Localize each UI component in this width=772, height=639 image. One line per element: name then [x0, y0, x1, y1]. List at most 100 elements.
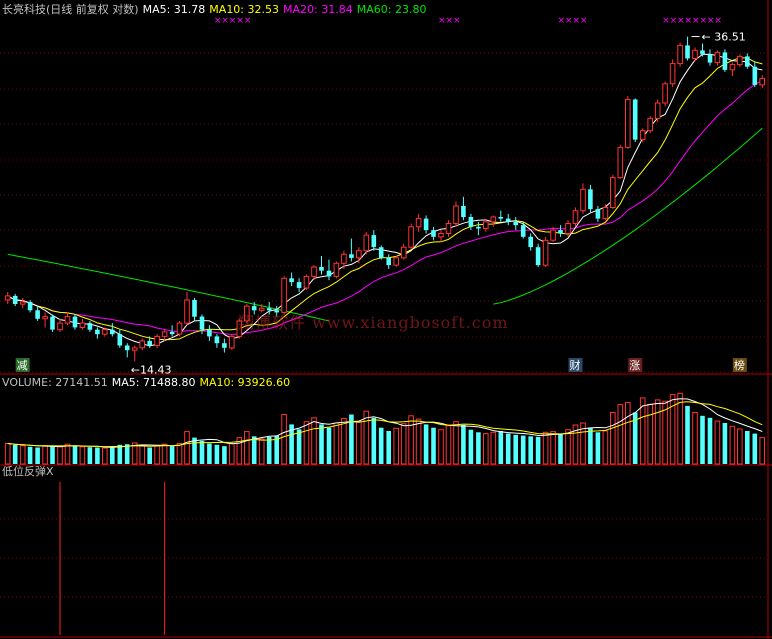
candle-body: [87, 323, 93, 330]
volume-bar: [617, 404, 624, 465]
volume-bar: [542, 431, 549, 465]
volume-bar: [341, 417, 347, 465]
top-marker: ×: [236, 16, 244, 26]
candle-body: [610, 177, 616, 209]
volume-bar: [654, 399, 661, 465]
candle-body: [296, 282, 302, 288]
candle-body: [117, 334, 123, 346]
volume-bar: [431, 427, 436, 464]
event-badge-label: 榜: [734, 358, 745, 372]
candle-body: [461, 206, 466, 218]
top-marker: ×: [244, 16, 252, 26]
candle-body: [356, 250, 362, 259]
volume-bar: [42, 445, 48, 465]
candle-body: [333, 262, 340, 277]
event-badge-label: 减: [17, 359, 28, 372]
volume-bar: [745, 431, 750, 464]
candle-body: [737, 55, 743, 66]
candle-body: [513, 221, 518, 226]
volume-bar: [251, 436, 257, 464]
volume-bar: [79, 446, 86, 465]
volume-bar: [483, 433, 489, 465]
candle-body: [214, 336, 220, 344]
candle-body: [722, 52, 728, 70]
volume-bar: [737, 428, 743, 465]
volume-bar: [139, 445, 145, 465]
candle-body: [423, 218, 429, 231]
volume-bar: [565, 429, 571, 465]
candle-body: [558, 230, 563, 234]
volume-bar: [207, 443, 212, 464]
ma5-label: MA5: 31.78: [142, 3, 206, 16]
candle-body: [647, 117, 654, 132]
volume-bar: [356, 421, 362, 465]
candle-body: [319, 267, 324, 271]
volume-bar: [445, 425, 452, 465]
candle-body: [64, 316, 71, 324]
event-badge-label: 涨: [629, 359, 640, 372]
volume-bar: [333, 422, 340, 465]
candle-body: [752, 66, 758, 85]
top-marker: ×: [692, 16, 700, 26]
candle-body: [139, 340, 145, 349]
candle-body: [707, 54, 713, 63]
candle-body: [692, 49, 698, 60]
candle-body: [639, 130, 646, 141]
volume-bar: [714, 420, 721, 465]
candle-body: [476, 226, 481, 229]
volume-bar: [214, 444, 220, 464]
volume-bar: [199, 440, 205, 464]
volume-bar: [184, 431, 190, 465]
volume-bar: [147, 447, 152, 464]
volume-bar: [176, 443, 183, 465]
volume-bar: [371, 417, 377, 464]
candle-body: [654, 102, 661, 119]
candle-body: [207, 329, 212, 337]
candle-body: [602, 207, 609, 220]
candle-body: [4, 295, 11, 301]
candle-body: [42, 316, 48, 320]
indicator-title: 低位反弹X: [2, 465, 54, 478]
volume-bar: [35, 447, 40, 464]
volume-bar: [378, 427, 384, 464]
volume-bar: [550, 431, 556, 465]
candle-body: [19, 301, 26, 305]
candle-body: [617, 146, 624, 179]
volume-bar: [461, 425, 466, 464]
volume-bar: [169, 446, 175, 464]
top-marker: ×: [662, 16, 670, 26]
candle-body: [483, 221, 489, 229]
ma60-line: [493, 127, 763, 305]
top-marker: ×: [446, 16, 454, 26]
volume-bar: [692, 412, 698, 465]
volume-bar: [281, 414, 287, 465]
volume-bar: [192, 437, 197, 464]
chart-title: 长亮科技(日线 前复权 对数): [2, 3, 139, 16]
volume-bar: [110, 446, 115, 464]
high-marker-label: ← 36.51: [702, 31, 746, 44]
candle-body: [490, 216, 497, 223]
candle-body: [184, 299, 190, 324]
candle-body: [378, 247, 384, 258]
volume-panel: [4, 392, 766, 465]
ma5-line: [7, 53, 763, 347]
candle-body: [192, 300, 197, 317]
volume-bar: [677, 392, 683, 465]
candle-body: [386, 257, 391, 266]
volume-bar: [400, 423, 407, 465]
volume-bar: [311, 417, 317, 465]
volume-bar: [296, 429, 302, 464]
volume-bar: [707, 417, 713, 464]
candle-body: [535, 247, 541, 266]
candle-body: [528, 236, 533, 248]
volume-bar: [244, 431, 250, 465]
volume-bar: [722, 423, 728, 464]
volume-bar: [229, 443, 235, 465]
volume-bar: [4, 443, 11, 465]
volume-bar: [498, 431, 504, 464]
candle-body: [572, 210, 579, 224]
volume-bar: [102, 447, 108, 465]
top-marker: ×: [565, 16, 573, 26]
watermark: 翔博软件 www.xiangbosoft.com: [238, 313, 509, 332]
candle-body: [147, 340, 152, 346]
